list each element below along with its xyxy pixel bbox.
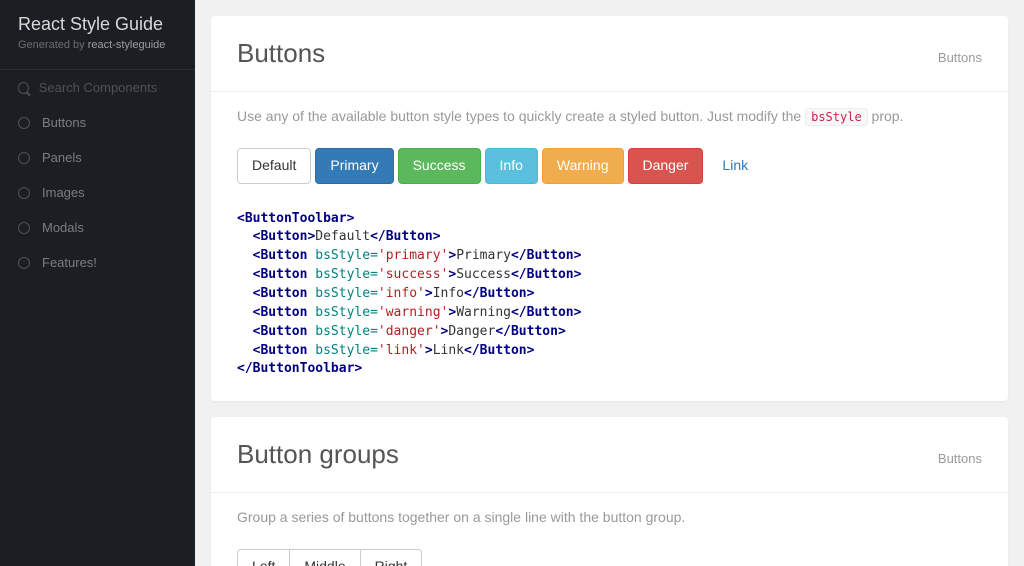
section-tag: Buttons xyxy=(938,451,982,466)
sidebar-item-buttons[interactable]: Buttons xyxy=(0,105,195,140)
sidebar-item-label: Modals xyxy=(42,220,84,235)
section-tag: Buttons xyxy=(938,50,982,65)
app-subtitle: Generated by react-styleguide xyxy=(18,39,177,51)
sidebar-item-features[interactable]: Features! xyxy=(0,245,195,280)
group-button-middle[interactable]: Middle xyxy=(289,549,360,566)
search-icon xyxy=(18,82,29,94)
group-button-left[interactable]: Left xyxy=(237,549,290,566)
success-button[interactable]: Success xyxy=(398,148,481,184)
card-header: Button groups Buttons xyxy=(211,417,1008,480)
circle-icon xyxy=(18,117,30,129)
danger-button[interactable]: Danger xyxy=(628,148,704,184)
section-description: Group a series of buttons together on a … xyxy=(211,493,1008,531)
section-title: Buttons xyxy=(237,38,325,69)
search-input[interactable] xyxy=(39,80,177,95)
sidebar-header: React Style Guide Generated by react-sty… xyxy=(0,0,195,70)
circle-icon xyxy=(18,152,30,164)
sidebar-nav: Buttons Panels Images Modals Features! xyxy=(0,105,195,280)
default-button[interactable]: Default xyxy=(237,148,311,184)
app-title: React Style Guide xyxy=(18,14,177,35)
sidebar-item-modals[interactable]: Modals xyxy=(0,210,195,245)
card-header: Buttons Buttons xyxy=(211,16,1008,79)
button-group: LeftMiddleRight xyxy=(237,549,422,566)
search-wrap xyxy=(0,70,195,105)
section-title: Button groups xyxy=(237,439,399,470)
sidebar-item-label: Buttons xyxy=(42,115,86,130)
sidebar-item-label: Panels xyxy=(42,150,82,165)
sidebar-item-label: Images xyxy=(42,185,85,200)
sidebar-item-label: Features! xyxy=(42,255,97,270)
code-block: <ButtonToolbar> <Button>Default</Button>… xyxy=(211,202,1008,402)
package-name: react-styleguide xyxy=(88,39,166,51)
sidebar: React Style Guide Generated by react-sty… xyxy=(0,0,195,566)
section-card: Buttons Buttons Use any of the available b… xyxy=(211,16,1008,401)
sidebar-item-panels[interactable]: Panels xyxy=(0,140,195,175)
circle-icon xyxy=(18,187,30,199)
example-area: LeftMiddleRight xyxy=(211,531,1008,566)
primary-button[interactable]: Primary xyxy=(315,148,393,184)
section-description: Use any of the available button style ty… xyxy=(211,92,1008,130)
section-card: Button groups Buttons Group a series of bu… xyxy=(211,417,1008,566)
circle-icon xyxy=(18,257,30,269)
group-button-right[interactable]: Right xyxy=(360,549,423,566)
link-button[interactable]: Link xyxy=(707,148,763,184)
inline-code: bsStyle xyxy=(805,108,868,126)
circle-icon xyxy=(18,222,30,234)
info-button[interactable]: Info xyxy=(485,148,538,184)
warning-button[interactable]: Warning xyxy=(542,148,624,184)
example-area: DefaultPrimarySuccessInfoWarningDangerLi… xyxy=(211,130,1008,202)
sidebar-item-images[interactable]: Images xyxy=(0,175,195,210)
main-content: Buttons Buttons Use any of the available b… xyxy=(195,0,1024,566)
